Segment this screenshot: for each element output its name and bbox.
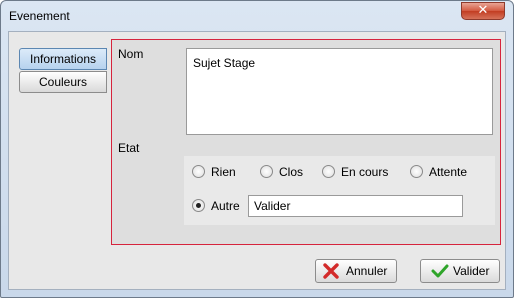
nom-label: Nom bbox=[118, 47, 144, 61]
window-title: Evenement bbox=[9, 9, 70, 23]
cancel-button[interactable]: Annuler bbox=[315, 259, 397, 283]
etat-radio-group: Rien Clos En cours Attente Autre bbox=[184, 156, 495, 225]
radio-button-checked-icon[interactable] bbox=[192, 199, 205, 212]
check-mark-icon bbox=[431, 264, 449, 278]
nom-value: Sujet Stage bbox=[193, 56, 256, 70]
radio-clos[interactable]: Clos bbox=[260, 164, 320, 180]
radio-en-cours[interactable]: En cours bbox=[322, 164, 402, 180]
etat-label: Etat bbox=[118, 141, 140, 155]
radio-attente-label: Attente bbox=[429, 165, 468, 179]
x-mark-icon bbox=[323, 263, 339, 279]
autre-input[interactable] bbox=[248, 195, 463, 217]
cancel-button-label: Annuler bbox=[346, 264, 388, 278]
radio-button-icon[interactable] bbox=[192, 165, 205, 178]
radio-button-icon[interactable] bbox=[260, 165, 273, 178]
tab-couleurs[interactable]: Couleurs bbox=[19, 71, 107, 93]
informations-panel: Nom Sujet Stage Etat Rien Clos En cours bbox=[111, 39, 501, 245]
nom-textarea[interactable]: Sujet Stage bbox=[186, 48, 493, 135]
dialog-content: Informations Couleurs Nom Sujet Stage Et… bbox=[8, 31, 506, 290]
ok-button[interactable]: Valider bbox=[420, 259, 500, 283]
radio-button-icon[interactable] bbox=[322, 165, 335, 178]
title-bar[interactable]: Evenement ✕ bbox=[1, 1, 513, 31]
radio-rien-label: Rien bbox=[211, 165, 236, 179]
radio-autre-label: Autre bbox=[211, 199, 240, 213]
radio-en-cours-label: En cours bbox=[341, 165, 389, 179]
radio-clos-label: Clos bbox=[279, 165, 304, 179]
radio-rien[interactable]: Rien bbox=[192, 164, 252, 180]
tab-informations[interactable]: Informations bbox=[19, 48, 107, 70]
radio-attente[interactable]: Attente bbox=[410, 164, 480, 180]
radio-autre[interactable]: Autre bbox=[192, 198, 250, 214]
close-icon: ✕ bbox=[477, 3, 489, 18]
dialog-window: Evenement ✕ Informations Couleurs Nom Su… bbox=[0, 0, 514, 298]
ok-button-label: Valider bbox=[453, 264, 490, 278]
close-button[interactable]: ✕ bbox=[461, 2, 505, 20]
radio-button-icon[interactable] bbox=[410, 165, 423, 178]
